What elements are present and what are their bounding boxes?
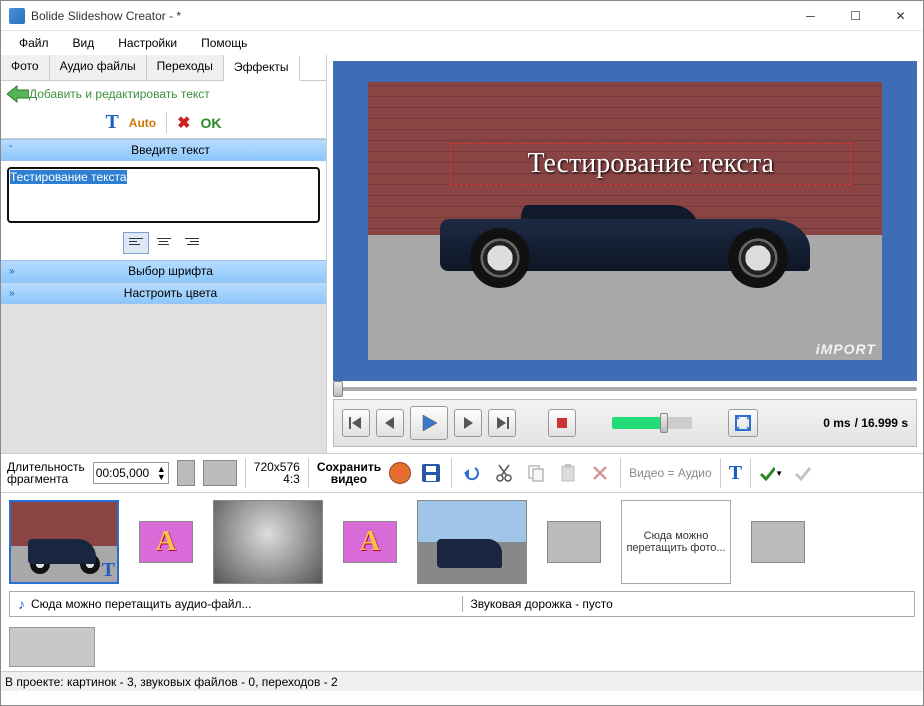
- duration-label: Длительность фрагмента: [7, 461, 85, 485]
- menu-help[interactable]: Помощь: [191, 34, 257, 52]
- close-button[interactable]: ✕: [878, 1, 923, 31]
- preview-image: Тестирование текста iMPORT: [368, 82, 882, 360]
- transition-1[interactable]: A: [139, 521, 193, 563]
- enter-text-body: [1, 161, 326, 260]
- align-right-button[interactable]: [179, 232, 205, 254]
- chevron-down-icon: ˇ: [9, 145, 23, 156]
- timeline-strip: T A A Сюда можно перетащить фото...: [1, 493, 923, 591]
- thumb-preview-2[interactable]: [203, 460, 237, 486]
- add-text-title: Добавить и редактировать текст: [29, 87, 210, 101]
- tab-transitions[interactable]: Переходы: [147, 55, 224, 80]
- align-center-button[interactable]: [151, 232, 177, 254]
- chevron-right-icon: »: [9, 288, 23, 299]
- text-icon[interactable]: T: [105, 111, 118, 134]
- accordion-font[interactable]: » Выбор шрифта: [1, 260, 326, 282]
- next-frame-button[interactable]: [454, 409, 482, 437]
- time-display: 0 ms / 16.999 s: [823, 416, 908, 430]
- minimize-button[interactable]: ─: [788, 1, 833, 31]
- transition-2[interactable]: A: [343, 521, 397, 563]
- menu-settings[interactable]: Настройки: [108, 34, 187, 52]
- seek-bar[interactable]: [333, 383, 917, 395]
- prev-frame-button[interactable]: [376, 409, 404, 437]
- last-frame-button[interactable]: [488, 409, 516, 437]
- enter-text-label: Введите текст: [23, 143, 318, 157]
- time-total: / 16.999 s: [855, 416, 908, 430]
- resolution-label: 720x576 4:3: [254, 461, 300, 485]
- play-button[interactable]: [410, 406, 448, 440]
- audio-track-status: Звуковая дорожка - пусто: [463, 597, 915, 611]
- watermark: iMPORT: [816, 341, 876, 357]
- ok-button[interactable]: OK: [201, 115, 222, 131]
- tab-effects[interactable]: Эффекты: [224, 56, 300, 81]
- transition-empty[interactable]: [547, 521, 601, 563]
- menubar: Файл Вид Настройки Помощь: [1, 31, 923, 55]
- back-arrow-icon[interactable]: [7, 85, 29, 103]
- align-row: [7, 232, 320, 254]
- separator: [166, 112, 167, 134]
- preview-area: Тестирование текста iMPORT 0 ms / 16.999…: [327, 55, 923, 453]
- maximize-button[interactable]: ☐: [833, 1, 878, 31]
- preview-canvas[interactable]: Тестирование текста iMPORT: [333, 61, 917, 381]
- menu-view[interactable]: Вид: [63, 34, 105, 52]
- overlay-text[interactable]: Тестирование текста: [450, 143, 851, 185]
- save-icon[interactable]: [419, 461, 443, 485]
- time-current: 0 ms: [823, 416, 850, 430]
- fullscreen-button[interactable]: [728, 409, 758, 437]
- text-tool-icon[interactable]: T: [729, 462, 742, 485]
- accordion-enter-text[interactable]: ˇ Введите текст: [1, 139, 326, 161]
- save-video-label: Сохранить видео: [317, 461, 381, 485]
- menu-file[interactable]: Файл: [9, 34, 59, 52]
- slide-1[interactable]: T: [9, 500, 119, 584]
- font-label: Выбор шрифта: [23, 264, 318, 278]
- transition-empty-2[interactable]: [751, 521, 805, 563]
- stop-button[interactable]: [548, 409, 576, 437]
- left-tabs: Фото Аудио файлы Переходы Эффекты: [1, 55, 326, 81]
- tab-audio[interactable]: Аудио файлы: [50, 55, 147, 80]
- cancel-icon[interactable]: ✖: [177, 113, 190, 133]
- audio-dropzone[interactable]: ♪ Сюда можно перетащить аудио-файл...: [10, 596, 463, 612]
- first-frame-button[interactable]: [342, 409, 370, 437]
- statusbar: В проекте: картинок - 3, звуковых файлов…: [1, 671, 923, 691]
- titlebar: Bolide Slideshow Creator - * ─ ☐ ✕: [1, 1, 923, 31]
- audio-track-row: ♪ Сюда можно перетащить аудио-файл... Зв…: [9, 591, 915, 617]
- left-panel: Фото Аудио файлы Переходы Эффекты Добави…: [1, 55, 327, 453]
- check-icon[interactable]: ▼: [759, 461, 783, 485]
- text-input[interactable]: [7, 167, 320, 223]
- status-text: В проекте: картинок - 3, звуковых файлов…: [5, 675, 338, 689]
- copy-icon[interactable]: [524, 461, 548, 485]
- music-note-icon: ♪: [18, 596, 25, 612]
- window-title: Bolide Slideshow Creator - *: [31, 9, 181, 23]
- timeline-toolbar: Длительность фрагмента 00:05,000▲▼ 720x5…: [1, 453, 923, 493]
- car-graphic: [440, 193, 810, 288]
- volume-slider[interactable]: [612, 417, 692, 429]
- cut-icon[interactable]: [492, 461, 516, 485]
- thumb-preview-1[interactable]: [177, 460, 195, 486]
- add-text-header: Добавить и редактировать текст: [1, 81, 326, 107]
- playback-controls: 0 ms / 16.999 s: [333, 399, 917, 447]
- bottom-area: [1, 621, 923, 671]
- panel-filler: [1, 304, 326, 453]
- colors-label: Настроить цвета: [23, 286, 318, 300]
- video-audio-label: Видео = Аудио: [629, 466, 712, 480]
- duration-input[interactable]: 00:05,000▲▼: [93, 462, 169, 484]
- accordion-colors[interactable]: » Настроить цвета: [1, 282, 326, 304]
- undo-icon[interactable]: [460, 461, 484, 485]
- check-grey-icon[interactable]: [791, 461, 815, 485]
- chevron-right-icon: »: [9, 266, 23, 277]
- tab-photo[interactable]: Фото: [1, 55, 50, 80]
- delete-icon[interactable]: [588, 461, 612, 485]
- app-icon: [9, 8, 25, 24]
- text-badge-icon: T: [102, 559, 115, 582]
- slide-2[interactable]: [213, 500, 323, 584]
- align-left-button[interactable]: [123, 232, 149, 254]
- auto-button[interactable]: Auto: [129, 116, 156, 130]
- photo-dropzone[interactable]: Сюда можно перетащить фото...: [621, 500, 731, 584]
- record-button[interactable]: [389, 462, 411, 484]
- paste-icon[interactable]: [556, 461, 580, 485]
- slide-3[interactable]: [417, 500, 527, 584]
- grey-placeholder[interactable]: [9, 627, 95, 667]
- text-toolbar: T Auto ✖ OK: [1, 107, 326, 139]
